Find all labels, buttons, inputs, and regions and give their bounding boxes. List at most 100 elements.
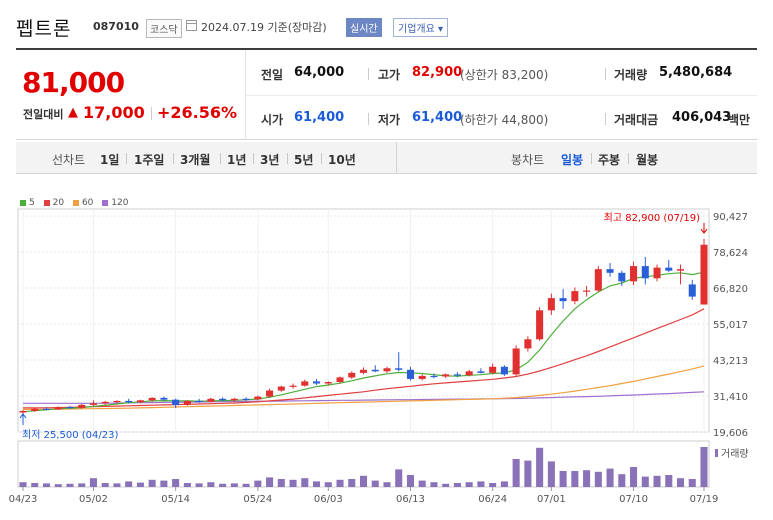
y-tick-label: 43,213	[713, 356, 748, 367]
period-5y[interactable]: 5년	[294, 151, 313, 168]
stock-name: 펩트론	[16, 18, 72, 40]
change-rate: +26.56%	[157, 103, 238, 122]
stock-header: 펩트론 087010 코스닥 2024.07.19 기준(장마감) 실시간 기업…	[0, 0, 773, 48]
candle-body	[113, 400, 121, 403]
open-value: 61,400	[294, 110, 345, 125]
divider	[368, 113, 369, 125]
candle-body	[406, 369, 414, 379]
volume-bar	[477, 481, 485, 487]
divider	[220, 153, 221, 164]
period-3m[interactable]: 3개월	[180, 151, 210, 168]
candle-body	[195, 400, 203, 403]
candle-body	[524, 339, 532, 349]
volume-bar	[301, 478, 309, 487]
volume-bar	[653, 475, 661, 487]
candle-body	[136, 400, 144, 403]
volume-bar	[289, 479, 297, 487]
x-tick-label: 07/01	[537, 494, 566, 505]
volume-bar	[113, 483, 121, 487]
volume-bar	[230, 483, 238, 487]
divider	[287, 153, 288, 164]
base-date: 2024.07.19 기준(장마감)	[201, 21, 327, 34]
candle-body	[500, 366, 508, 375]
candle-body	[630, 266, 638, 282]
candle-body	[348, 372, 356, 378]
realtime-button[interactable]: 실시간	[346, 18, 382, 37]
candle-body	[465, 371, 473, 376]
x-tick-label: 05/14	[161, 494, 190, 505]
candle-body	[207, 398, 215, 402]
volume-bar	[630, 467, 638, 487]
candle-body	[688, 284, 696, 297]
candle-body	[653, 267, 661, 279]
volume-bar	[348, 479, 356, 487]
volume-bar	[453, 483, 461, 487]
y-tick-label: 19,606	[713, 428, 748, 439]
volume-bar	[313, 481, 321, 487]
candle-body	[489, 366, 497, 373]
candle-body	[430, 375, 438, 378]
divider	[591, 153, 592, 164]
candle-body	[101, 401, 109, 404]
price-box: 81,000 전일대비 ▲ 17,000 +26.56%	[16, 50, 246, 140]
period-10y[interactable]: 10년	[328, 151, 356, 168]
candle-body	[700, 244, 708, 305]
volume-bar	[406, 475, 414, 487]
x-tick-label: 06/24	[478, 494, 507, 505]
candle-body	[160, 397, 168, 400]
max-annotation: 최고 82,900 (07/19)	[604, 212, 700, 224]
candle-body	[289, 385, 297, 387]
volume-bar	[254, 480, 262, 487]
volume-bar	[359, 475, 368, 487]
candle-body	[453, 374, 461, 376]
candle-daily[interactable]: 일봉	[561, 151, 583, 168]
calendar-icon	[186, 20, 197, 31]
candlestick-chart[interactable]: 90,427 78,624 66,820 55,017 43,213 31,410 19,6…	[0, 205, 773, 520]
y-tick-label: 55,017	[713, 320, 748, 331]
candle-weekly[interactable]: 주봉	[598, 151, 620, 168]
candle-monthly[interactable]: 월봉	[636, 151, 658, 168]
x-tick-label: 06/13	[396, 494, 425, 505]
low-value: 61,400	[412, 110, 463, 125]
volume-bar	[641, 476, 649, 487]
candle-body	[594, 269, 602, 291]
candle-body	[266, 390, 274, 397]
period-1w[interactable]: 1주일	[134, 151, 164, 168]
candle-body	[606, 269, 614, 273]
candle-body	[230, 398, 238, 401]
x-tick-label: 04/23	[9, 494, 38, 505]
divider	[605, 68, 606, 80]
candle-body	[371, 369, 379, 372]
divider	[368, 68, 369, 80]
volume-bar	[125, 481, 133, 487]
volume-bar	[78, 483, 86, 487]
volume-bar	[160, 480, 168, 487]
volume-bar	[442, 483, 450, 487]
candle-body	[148, 397, 156, 401]
candle-body	[547, 298, 555, 311]
prev-close-label: 전일	[261, 68, 284, 82]
candle-body	[89, 403, 97, 405]
candle-body	[512, 348, 520, 375]
candle-body	[336, 377, 344, 382]
candle-body	[125, 400, 133, 403]
divider	[151, 107, 152, 120]
period-1y[interactable]: 1년	[227, 151, 246, 168]
company-overview-label: 기업개요	[398, 24, 435, 35]
volume-bar	[242, 483, 250, 487]
prev-close-value: 64,000	[294, 65, 345, 80]
divider	[321, 153, 322, 164]
candle-body	[477, 371, 485, 373]
company-overview-button[interactable]: 기업개요 ▾	[393, 18, 449, 37]
volume-legend-swatch	[715, 449, 718, 457]
volume-bar	[89, 478, 97, 487]
period-3y[interactable]: 3년	[260, 151, 279, 168]
candle-body	[254, 396, 262, 400]
current-price: 81,000	[22, 66, 125, 99]
period-1d[interactable]: 1일	[100, 151, 119, 168]
volume-bar	[172, 479, 180, 487]
price-pane-frame	[17, 208, 710, 433]
candle-body	[172, 399, 180, 405]
chart-period-bar: 선차트 1일 1주일 3개월 1년 3년 5년 10년 봉차트 일봉 주봉 월봉	[16, 142, 757, 174]
volume-bar	[583, 470, 591, 487]
